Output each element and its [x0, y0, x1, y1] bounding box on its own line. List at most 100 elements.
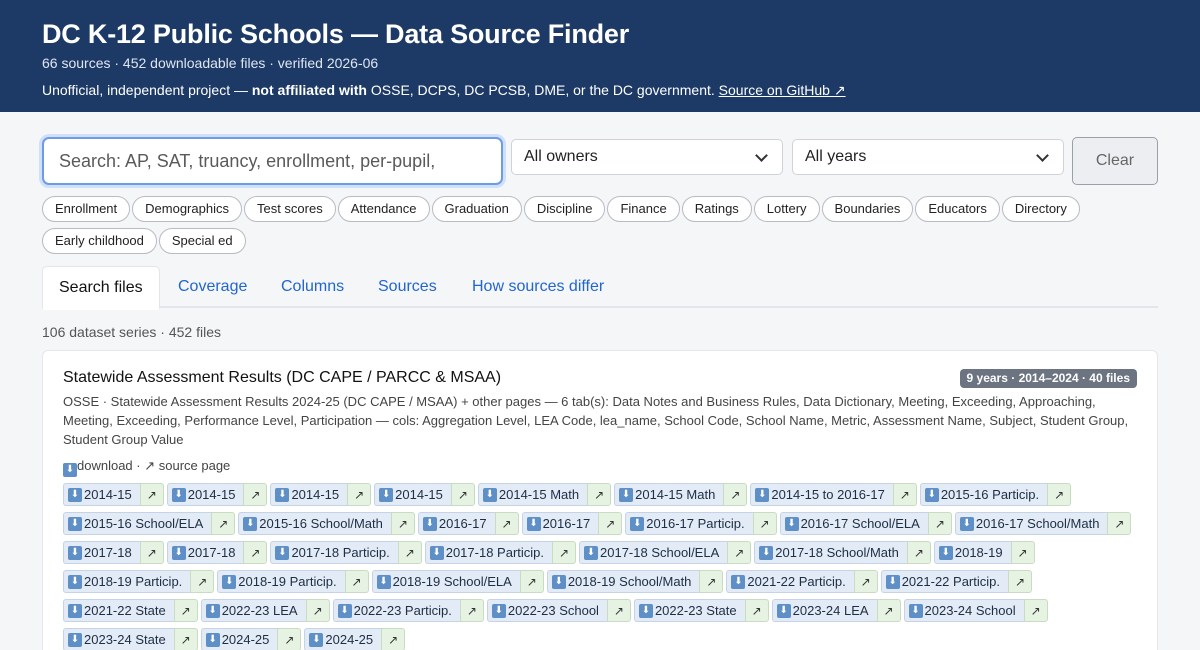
external-link-icon[interactable]: ↗: [347, 483, 372, 506]
external-link-icon[interactable]: ↗: [243, 541, 268, 564]
external-link-icon[interactable]: ↗: [876, 599, 901, 622]
external-link-icon[interactable]: ↗: [243, 483, 268, 506]
external-link-icon[interactable]: ↗: [606, 599, 631, 622]
external-link-icon[interactable]: ↗: [211, 512, 236, 535]
file-download-button[interactable]: ⬇ 2018-19 School/Math: [546, 570, 700, 593]
external-link-icon[interactable]: ↗: [1047, 483, 1072, 506]
file-download-button[interactable]: ⬇ 2024-25: [200, 628, 278, 650]
tab-how-sources-differ[interactable]: How sources differ: [472, 266, 604, 308]
external-link-icon[interactable]: ↗: [906, 541, 931, 564]
file-download-button[interactable]: ⬇ 2014-15: [374, 483, 451, 506]
external-link-icon[interactable]: ↗: [1107, 512, 1132, 535]
file-download-button[interactable]: ⬇ 2021-22 Particip.: [880, 570, 1008, 593]
github-link[interactable]: Source on GitHub ↗: [719, 82, 846, 98]
topic-chip[interactable]: Early childhood: [42, 228, 157, 254]
topic-chip[interactable]: Enrollment: [42, 196, 131, 222]
external-link-icon[interactable]: ↗: [927, 512, 952, 535]
external-link-icon[interactable]: ↗: [459, 599, 484, 622]
topic-chip[interactable]: Educators: [915, 196, 1000, 222]
file-download-button[interactable]: ⬇ 2017-18 Particip.: [270, 541, 398, 564]
file-download-button[interactable]: ⬇ 2017-18 Particip.: [424, 541, 552, 564]
external-link-icon[interactable]: ↗: [277, 628, 302, 650]
file-download-button[interactable]: ⬇ 2016-17 School/Math: [954, 512, 1108, 535]
file-download-button[interactable]: ⬇ 2018-19: [933, 541, 1011, 564]
external-link-icon[interactable]: ↗: [744, 599, 769, 622]
tab-coverage[interactable]: Coverage: [178, 266, 247, 308]
external-link-icon[interactable]: ↗: [139, 483, 164, 506]
file-download-button[interactable]: ⬇ 2017-18: [166, 541, 244, 564]
file-download-button[interactable]: ⬇ 2017-18 School/Math: [754, 541, 907, 564]
external-link-icon[interactable]: ↗: [598, 512, 623, 535]
file-download-button[interactable]: ⬇ 2022-23 Particip.: [332, 599, 460, 622]
tab-search-files[interactable]: Search files: [42, 266, 160, 310]
file-download-button[interactable]: ⬇ 2022-23 School: [486, 599, 607, 622]
external-link-icon[interactable]: ↗: [587, 483, 612, 506]
external-link-icon[interactable]: ↗: [381, 628, 406, 650]
file-download-button[interactable]: ⬇ 2016-17: [417, 512, 495, 535]
download-link[interactable]: ⬇ download: [63, 458, 133, 477]
external-link-icon[interactable]: ↗: [892, 483, 917, 506]
topic-chip[interactable]: Discipline: [523, 196, 606, 222]
file-download-button[interactable]: ⬇ 2022-23 State: [633, 599, 745, 622]
external-link-icon[interactable]: ↗: [552, 541, 576, 564]
file-download-button[interactable]: ⬇ 2016-17 Particip.: [625, 512, 753, 535]
external-link-icon[interactable]: ↗: [727, 541, 752, 564]
topic-chip[interactable]: Ratings: [681, 196, 752, 222]
owner-select[interactable]: All owners: [511, 139, 783, 175]
external-link-icon[interactable]: ↗: [723, 483, 748, 506]
file-download-button[interactable]: ⬇ 2015-16 Particip.: [919, 483, 1048, 506]
year-select[interactable]: All years: [792, 139, 1064, 175]
file-download-button[interactable]: ⬇ 2017-18: [63, 541, 140, 564]
file-download-button[interactable]: ⬇ 2014-15: [166, 483, 244, 506]
file-download-button[interactable]: ⬇ 2023-24 School: [903, 599, 1024, 622]
external-link-icon[interactable]: ↗: [397, 541, 422, 564]
file-download-button[interactable]: ⬇ 2015-16 School/ELA: [63, 512, 212, 535]
file-download-button[interactable]: ⬇ 2018-19 School/ELA: [371, 570, 520, 593]
external-link-icon[interactable]: ↗: [344, 570, 369, 593]
file-download-button[interactable]: ⬇ 2015-16 School/Math: [238, 512, 391, 535]
file-download-button[interactable]: ⬇ 2021-22 Particip.: [726, 570, 854, 593]
file-download-button[interactable]: ⬇ 2023-24 LEA: [771, 599, 877, 622]
topic-chip[interactable]: Test scores: [243, 196, 336, 222]
file-download-button[interactable]: ⬇ 2017-18 School/ELA: [579, 541, 728, 564]
topic-chip[interactable]: Directory: [1001, 196, 1080, 222]
external-link-icon[interactable]: ↗: [190, 570, 215, 593]
file-download-button[interactable]: ⬇ 2014-15: [270, 483, 348, 506]
topic-chip[interactable]: Graduation: [431, 196, 522, 222]
external-link-icon[interactable]: ↗: [390, 512, 415, 535]
topic-chip[interactable]: Attendance: [337, 196, 430, 222]
external-link-icon[interactable]: ↗: [853, 570, 878, 593]
file-download-button[interactable]: ⬇ 2018-19 Particip.: [217, 570, 345, 593]
file-download-button[interactable]: ⬇ 2016-17: [521, 512, 599, 535]
external-link-icon[interactable]: ↗: [1007, 570, 1032, 593]
file-download-button[interactable]: ⬇ 2014-15 Math: [614, 483, 724, 506]
external-link-icon[interactable]: ↗: [1010, 541, 1035, 564]
tab-columns[interactable]: Columns: [281, 266, 344, 308]
external-link-icon[interactable]: ↗: [139, 541, 164, 564]
file-download-button[interactable]: ⬇ 2023-24 State: [63, 628, 174, 650]
file-download-button[interactable]: ⬇ 2022-23 LEA: [200, 599, 306, 622]
external-link-icon[interactable]: ↗: [494, 512, 519, 535]
topic-chip[interactable]: Finance: [607, 196, 680, 222]
topic-chip[interactable]: Special ed: [158, 228, 246, 254]
topic-chip[interactable]: Demographics: [132, 196, 242, 222]
external-link-icon[interactable]: ↗: [519, 570, 544, 593]
external-link-icon[interactable]: ↗: [1023, 599, 1048, 622]
clear-button[interactable]: Clear: [1072, 137, 1158, 185]
file-download-button[interactable]: ⬇ 2021-22 State: [63, 599, 174, 622]
external-link-icon[interactable]: ↗: [752, 512, 777, 535]
file-download-button[interactable]: ⬇ 2018-19 Particip.: [63, 570, 191, 593]
source-page-link[interactable]: ↗ source page: [144, 458, 230, 473]
file-download-button[interactable]: ⬇ 2014-15: [63, 483, 140, 506]
search-input[interactable]: [42, 137, 503, 185]
file-download-button[interactable]: ⬇ 2016-17 School/ELA: [779, 512, 928, 535]
file-download-button[interactable]: ⬇ 2014-15 Math: [477, 483, 588, 506]
tab-sources[interactable]: Sources: [378, 266, 437, 308]
external-link-icon[interactable]: ↗: [173, 628, 198, 650]
topic-chip[interactable]: Boundaries: [821, 196, 914, 222]
external-link-icon[interactable]: ↗: [173, 599, 198, 622]
external-link-icon[interactable]: ↗: [305, 599, 330, 622]
external-link-icon[interactable]: ↗: [699, 570, 724, 593]
topic-chip[interactable]: Lottery: [753, 196, 820, 222]
external-link-icon[interactable]: ↗: [450, 483, 475, 506]
